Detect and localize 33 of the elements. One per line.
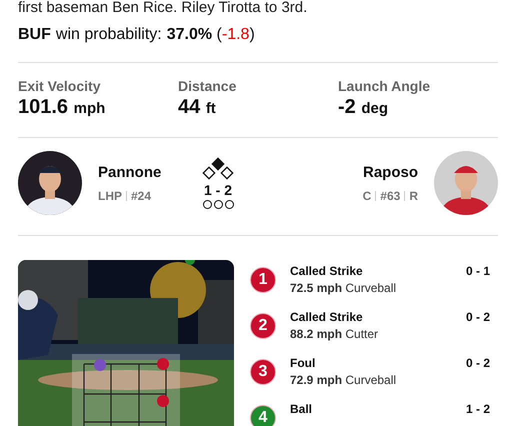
stat-label: Launch Angle — [338, 78, 432, 94]
pitch-result: Ball — [290, 402, 314, 416]
ball-strike-count: 1 - 2 — [204, 182, 232, 198]
stat-label: Exit Velocity — [18, 78, 102, 94]
stat-value: 101.6 mph — [18, 96, 106, 119]
pitcher-name[interactable]: Pannone — [98, 164, 218, 180]
batter-detail: R — [409, 188, 418, 202]
pitcher-detail: LHP — [98, 188, 122, 202]
win-probability-value: 37.0% (-1.8) — [166, 26, 255, 44]
pitch-count: 1 - 2 — [464, 402, 490, 416]
pitch-count: 0 - 1 — [464, 264, 490, 278]
pitch-result: Called Strike — [290, 264, 364, 278]
stat-label: Distance — [178, 78, 238, 94]
pitch-speed-type: 72.9 mph Curveball — [290, 373, 398, 387]
pitch-result: Called Strike — [290, 310, 364, 324]
play-description: first baseman Ben Rice. Riley Tirotta to 3rd. — [18, 0, 308, 18]
pitch-number: 1 — [250, 267, 276, 293]
pitch-number: 4 — [250, 405, 276, 426]
team-abbreviation: BUF — [18, 26, 51, 44]
batter-name[interactable]: Raposo — [298, 164, 418, 180]
pitch-count: 0 - 2 — [464, 356, 490, 370]
win-probability-label: win probability: — [56, 26, 162, 44]
pitch-speed-type: 72.5 mph Curveball — [290, 281, 398, 295]
batter-detail: #63 — [380, 188, 400, 202]
batter-detail: C — [362, 188, 372, 202]
stat-value: 44 ft — [178, 96, 217, 119]
pitch-result: Foul — [290, 356, 316, 370]
pitch-count: 0 - 2 — [464, 310, 490, 324]
pitch-speed-type: 88.2 mph Cutter — [290, 327, 380, 341]
pitch-number: 3 — [250, 359, 276, 385]
pitch-number: 2 — [250, 313, 276, 339]
stat-value: -2 deg — [338, 96, 390, 119]
pitcher-detail: #24 — [131, 188, 152, 202]
